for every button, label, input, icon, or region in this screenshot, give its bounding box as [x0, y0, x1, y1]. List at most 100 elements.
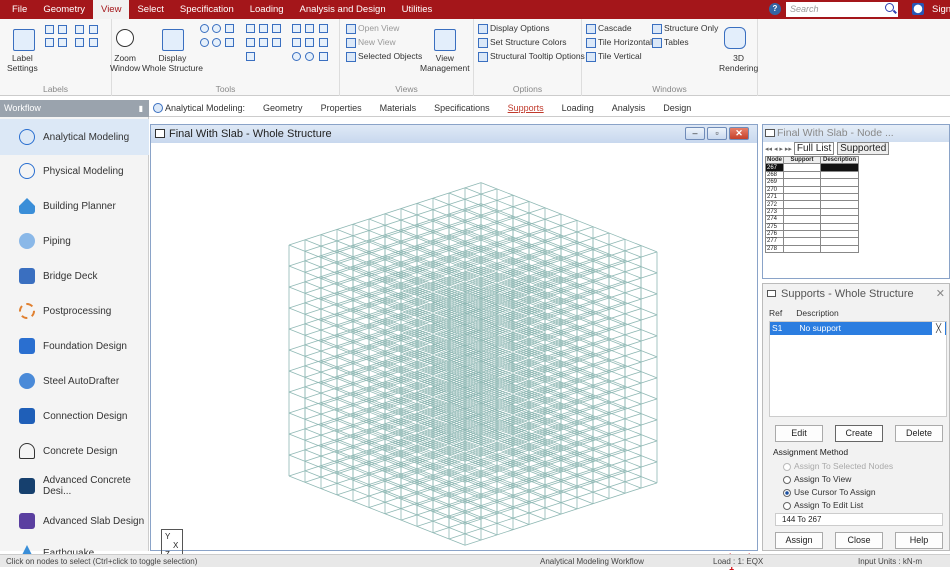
nav-arrows-icon[interactable]: ◂◂ ◂ ▸ ▸▸ — [765, 146, 794, 153]
view-management-button[interactable]: View Management — [420, 53, 470, 73]
maximize-button[interactable]: ▫ — [707, 127, 727, 140]
menu-specification[interactable]: Specification — [172, 0, 242, 19]
view-right-icon[interactable] — [246, 38, 255, 47]
view-front-icon[interactable] — [246, 24, 255, 33]
display-options-button[interactable]: Display Options — [478, 23, 550, 34]
help-button[interactable]: Help — [895, 532, 943, 549]
tab-properties[interactable]: Properties — [312, 103, 371, 113]
table-row[interactable]: 268 — [765, 170, 859, 180]
assign-to-edit-list-radio[interactable]: Assign To Edit List — [783, 500, 863, 510]
view-bottom-icon[interactable] — [272, 38, 281, 47]
menu-view[interactable]: View — [93, 0, 130, 19]
user-icon[interactable]: ⬤ — [912, 3, 924, 15]
search-input[interactable]: Search — [786, 2, 898, 17]
tile-vertical-button[interactable]: Tile Vertical — [586, 51, 642, 62]
pin-icon[interactable]: ▮ — [139, 100, 143, 117]
tab-design[interactable]: Design — [654, 103, 700, 113]
support-cell[interactable] — [783, 229, 821, 239]
close-icon[interactable]: ✕ — [936, 284, 945, 304]
zoom-out-icon[interactable] — [212, 24, 221, 33]
rotate-left-icon[interactable] — [292, 24, 301, 33]
description-cell[interactable] — [820, 163, 859, 172]
rotate-up-icon[interactable] — [319, 24, 328, 33]
description-cell[interactable] — [820, 170, 859, 180]
table-row[interactable]: 269 — [765, 178, 859, 187]
table-row[interactable]: 273 — [765, 207, 859, 217]
tables-button[interactable]: Tables — [652, 37, 689, 48]
structural-tooltip-options-button[interactable]: Structural Tooltip Options — [478, 51, 585, 62]
description-cell[interactable] — [820, 244, 859, 254]
zoom-window-button[interactable]: Zoom Window — [110, 53, 140, 73]
label-icon-5[interactable] — [45, 38, 54, 47]
tab-materials[interactable]: Materials — [371, 103, 426, 113]
workflow-item-steel-autodrafter[interactable]: Steel AutoDrafter — [0, 363, 149, 399]
table-row[interactable]: 270 — [765, 185, 859, 194]
workflow-item-advanced-concrete-design[interactable]: Advanced Concrete Desi... — [0, 468, 149, 504]
support-cell[interactable] — [783, 185, 821, 194]
description-cell[interactable] — [820, 237, 859, 246]
tab-loading[interactable]: Loading — [553, 103, 603, 113]
view-top-icon[interactable] — [259, 38, 268, 47]
tab-geometry[interactable]: Geometry — [254, 103, 312, 113]
search-icon[interactable] — [885, 3, 894, 12]
tab-full-list[interactable]: Full List — [793, 142, 835, 155]
structure-canvas[interactable]: YXZ Load 1 — [151, 143, 757, 572]
edit-button[interactable]: Edit — [775, 425, 823, 442]
menu-select[interactable]: Select — [129, 0, 171, 19]
description-cell[interactable] — [820, 178, 859, 187]
selected-objects-button[interactable]: Selected Objects — [346, 51, 422, 62]
open-view-button[interactable]: Open View — [346, 23, 399, 34]
support-cell[interactable] — [783, 178, 821, 187]
table-row[interactable]: 275 — [765, 222, 859, 231]
tab-supported[interactable]: Supported — [837, 142, 890, 155]
edit-list-field[interactable]: 144 To 267 — [775, 513, 943, 526]
table-row[interactable]: 272 — [765, 200, 859, 209]
support-cell[interactable] — [783, 200, 821, 209]
tab-supports[interactable]: Supports — [499, 103, 553, 113]
workflow-item-analytical-modeling[interactable]: Analytical Modeling — [0, 119, 149, 155]
structure-frame-model[interactable] — [151, 143, 757, 550]
support-cell[interactable] — [783, 222, 821, 231]
zoom-previous-icon[interactable] — [200, 38, 209, 47]
table-row[interactable]: 267 — [765, 163, 859, 172]
workflow-item-connection-design[interactable]: Connection Design — [0, 398, 149, 434]
support-cell[interactable] — [783, 170, 821, 180]
delete-button[interactable]: Delete — [895, 425, 943, 442]
table-row[interactable]: 271 — [765, 192, 859, 202]
description-cell[interactable] — [820, 207, 859, 217]
support-cell[interactable] — [783, 163, 821, 172]
label-icon-1[interactable] — [45, 25, 54, 34]
menu-analysis-design[interactable]: Analysis and Design — [292, 0, 394, 19]
support-cell[interactable] — [783, 244, 821, 254]
table-row[interactable]: 278 — [765, 244, 859, 254]
support-cell[interactable] — [783, 207, 821, 217]
table-row[interactable]: 276 — [765, 229, 859, 239]
create-button[interactable]: Create — [835, 425, 883, 442]
support-cell[interactable] — [783, 237, 821, 246]
workflow-item-building-planner[interactable]: Building Planner — [0, 188, 149, 224]
refresh-icon[interactable] — [292, 52, 301, 61]
menu-geometry[interactable]: Geometry — [35, 0, 93, 19]
close-button[interactable]: ✕ — [729, 127, 749, 140]
fit-icon[interactable] — [319, 52, 328, 61]
label-icon-6[interactable] — [58, 38, 67, 47]
structure-only-button[interactable]: Structure Only — [652, 23, 718, 34]
description-cell[interactable] — [820, 229, 859, 239]
assign-to-selected-nodes-radio[interactable]: Assign To Selected Nodes — [783, 461, 893, 471]
description-cell[interactable] — [820, 215, 859, 224]
menu-file[interactable]: File — [0, 0, 35, 19]
description-cell[interactable] — [820, 200, 859, 209]
workflow-item-physical-modeling[interactable]: Physical Modeling — [0, 153, 149, 189]
workflow-item-piping[interactable]: Piping — [0, 223, 149, 259]
menu-utilities[interactable]: Utilities — [394, 0, 441, 19]
close-button[interactable]: Close — [835, 532, 883, 549]
label-icon-3[interactable] — [75, 25, 84, 34]
description-cell[interactable] — [820, 192, 859, 202]
description-cell[interactable] — [820, 185, 859, 194]
description-cell[interactable] — [820, 222, 859, 231]
3d-rendering-button[interactable]: 3D Rendering — [719, 53, 758, 73]
view-left-icon[interactable] — [272, 24, 281, 33]
spin-right-icon[interactable] — [319, 38, 328, 47]
cascade-button[interactable]: Cascade — [586, 23, 632, 34]
display-whole-structure-button[interactable]: Display Whole Structure — [142, 53, 203, 73]
